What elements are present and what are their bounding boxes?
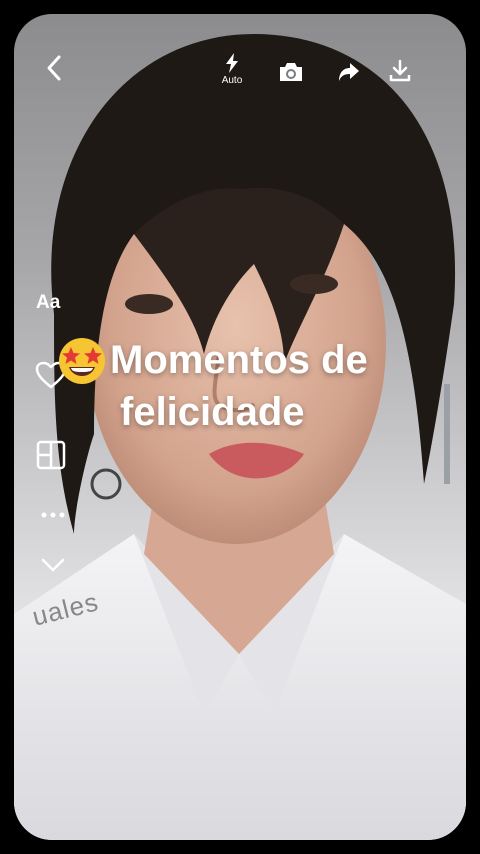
flash-mode-label: Auto [221, 74, 243, 86]
layout-button[interactable] [34, 438, 68, 472]
share-button[interactable] [334, 56, 364, 88]
camera-icon [278, 61, 304, 83]
more-dots-icon [41, 512, 65, 518]
lightning-icon [225, 52, 239, 73]
flash-toggle-button[interactable]: Auto [218, 46, 246, 92]
camera-button[interactable] [274, 56, 308, 88]
share-arrow-icon [338, 62, 360, 82]
download-icon [388, 59, 412, 83]
download-button[interactable] [384, 54, 416, 88]
expand-tools-button[interactable] [38, 554, 68, 576]
more-options-button[interactable] [38, 504, 68, 526]
chevron-down-icon [41, 558, 65, 572]
text-tool-button[interactable]: Aa [36, 292, 60, 314]
caption-line-1: Momentos de [110, 338, 368, 382]
chevron-left-icon [45, 54, 63, 82]
back-button[interactable] [40, 48, 68, 88]
top-toolbar: Auto [0, 0, 480, 110]
layout-grid-icon [36, 440, 66, 470]
story-caption[interactable]: Momentos de felicidade [56, 334, 436, 438]
caption-line-2: felicidade [120, 390, 305, 434]
star-struck-emoji-icon [56, 334, 108, 386]
